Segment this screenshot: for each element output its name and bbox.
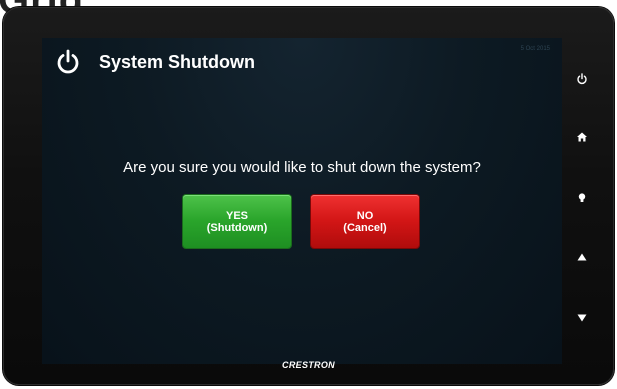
no-cancel-button[interactable]: NO (Cancel) xyxy=(311,195,419,248)
yes-button-sublabel: (Shutdown) xyxy=(206,221,268,234)
arrow-up-icon xyxy=(577,253,587,261)
no-button-label: NO xyxy=(356,209,374,222)
hw-down-button[interactable] xyxy=(569,306,595,330)
lightbulb-icon xyxy=(578,193,586,202)
hw-home-button[interactable] xyxy=(569,125,595,149)
hw-power-button[interactable] xyxy=(569,67,595,91)
hw-light-button[interactable] xyxy=(569,186,595,210)
touch-screen: System Shutdown 5 Oct 2015 Are you sure … xyxy=(42,38,562,364)
brand-logo: CRESTRON xyxy=(282,360,335,370)
power-icon xyxy=(57,49,79,74)
confirm-question: Are you sure you would like to shut down… xyxy=(123,159,481,176)
arrow-down-icon xyxy=(577,314,587,322)
hw-up-button[interactable] xyxy=(569,245,595,269)
yes-button-label: YES xyxy=(225,209,248,222)
home-icon xyxy=(577,132,587,142)
no-button-sublabel: (Cancel) xyxy=(343,221,387,234)
power-icon xyxy=(577,73,587,85)
page: Grid System Shutdown 5 Oct 2015 Are you … xyxy=(0,0,617,389)
yes-shutdown-button[interactable]: YES (Shutdown) xyxy=(183,195,291,248)
page-title: System Shutdown xyxy=(99,52,256,72)
date-label: 5 Oct 2015 xyxy=(520,46,550,52)
